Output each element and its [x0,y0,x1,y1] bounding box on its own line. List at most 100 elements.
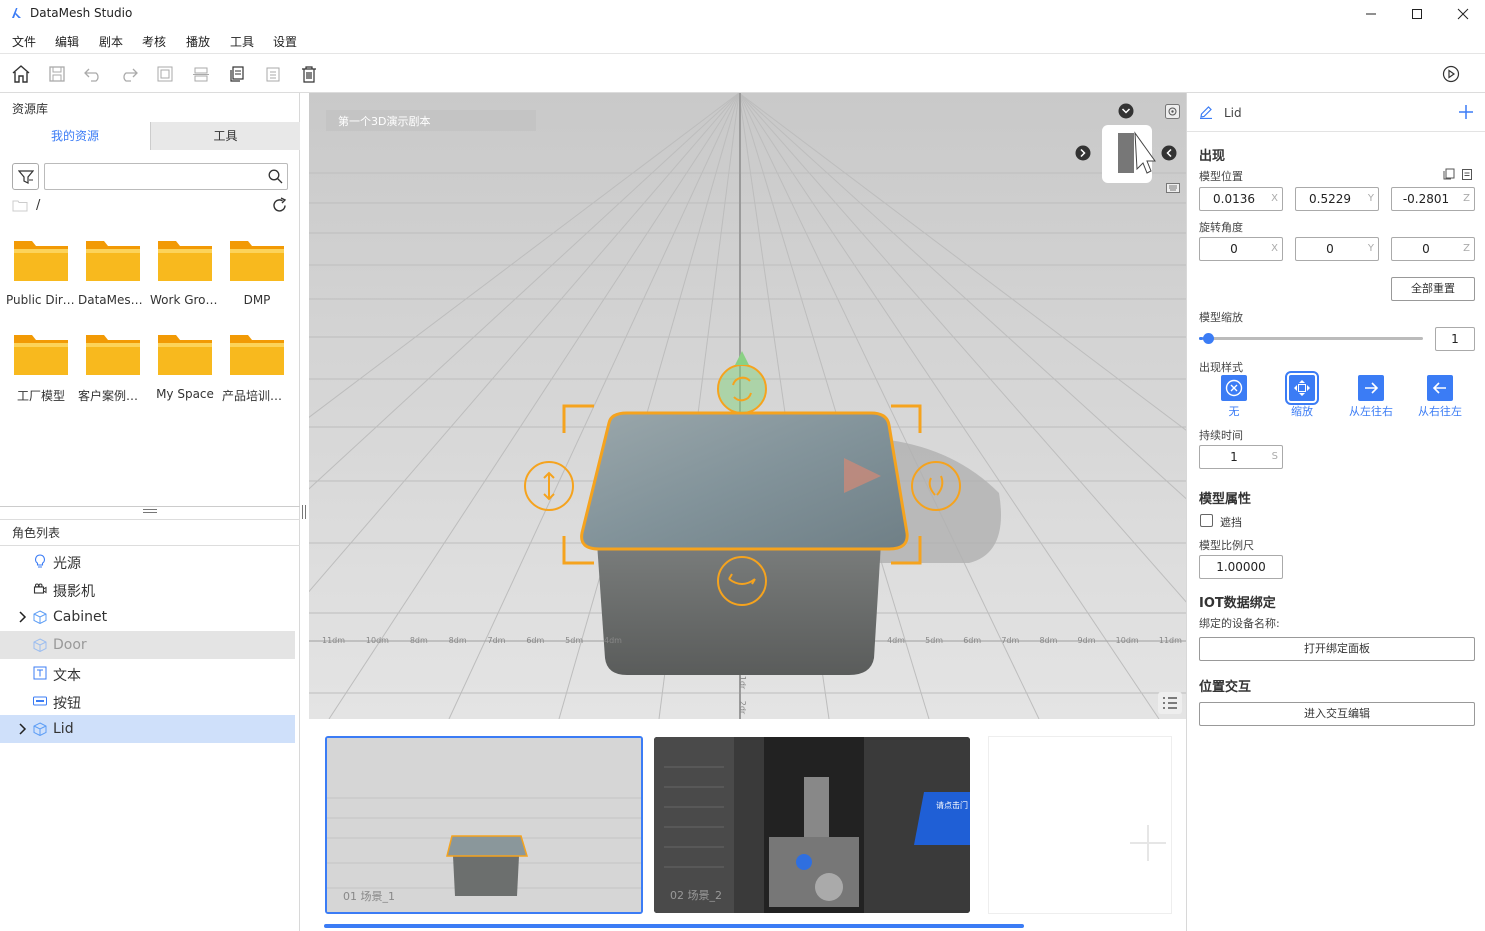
cube-icon [33,722,47,736]
style-none[interactable]: 无 [1204,375,1264,419]
filter-button[interactable] [12,163,39,190]
splitter-handle[interactable] [143,509,157,513]
enter-interaction-edit-button[interactable]: 进入交互编辑 [1199,702,1475,726]
position-z-input[interactable]: -0.2801 Z [1391,187,1475,211]
copy-icon[interactable] [227,64,247,84]
folder-item[interactable]: 客户案例合集 [78,331,148,404]
filmstrip-scrollbar[interactable] [324,924,1024,928]
role-item-door[interactable]: Door [0,631,295,659]
scene-thumbnail-1[interactable]: 01 场景_1 [325,736,643,914]
keyboard-icon[interactable] [1166,183,1180,193]
role-item-light[interactable]: 光源 [0,547,295,575]
focus-icon[interactable] [1165,104,1180,119]
role-item-camera[interactable]: 摄影机 [0,575,295,603]
button-icon [33,694,47,708]
position-x-input[interactable]: 0.0136 X [1199,187,1283,211]
search-input[interactable] [44,163,288,190]
align-icon[interactable] [191,64,211,84]
close-button[interactable] [1440,0,1485,28]
search-icon[interactable] [268,169,283,184]
edit-pencil-icon[interactable] [1199,105,1213,119]
lightbulb-icon [33,554,47,568]
duration-input[interactable]: 1S [1199,445,1283,469]
role-item-text[interactable]: 文本 [0,659,295,687]
folder-item[interactable]: Work Group [150,237,220,307]
menu-file[interactable]: 文件 [12,33,36,50]
menu-settings[interactable]: 设置 [273,33,297,50]
save-icon[interactable] [47,64,67,84]
style-right-to-left[interactable]: 从右往左 [1410,375,1470,419]
vertical-splitter-handle[interactable] [302,505,306,519]
rotation-z-input[interactable]: 0Z [1391,237,1475,261]
undo-icon[interactable] [83,64,103,84]
iot-device-label: 绑定的设备名称: [1199,617,1280,630]
duration-label: 持续时间 [1199,429,1243,442]
menu-script[interactable]: 剧本 [99,33,123,50]
folder-icon [12,237,70,283]
rotation-x-input[interactable]: 0X [1199,237,1283,261]
scene-render [309,93,1186,719]
menu-play[interactable]: 播放 [186,33,210,50]
folder-item[interactable]: 产品培训小组 [222,331,292,404]
role-item-lid[interactable]: Lid [0,715,295,743]
reset-all-button[interactable]: 全部重置 [1391,277,1475,301]
open-binding-panel-button[interactable]: 打开绑定面板 [1199,637,1475,661]
redo-icon[interactable] [119,64,139,84]
scene-label-2: 02 场景_2 [670,889,722,902]
scene-thumbnail-2[interactable]: 请点击门 02 场景_2 [654,737,970,913]
folder-item[interactable]: My Space [150,331,220,401]
home-icon[interactable] [11,64,31,84]
nav-left-icon[interactable] [1161,145,1177,161]
play-preview-icon[interactable] [1441,64,1461,84]
maximize-button[interactable] [1394,0,1440,28]
app-title: DataMesh Studio [30,6,133,20]
roles-title: 角色列表 [12,526,61,540]
minimize-button[interactable] [1348,0,1394,28]
menu-tools[interactable]: 工具 [230,33,254,50]
scene-viewport[interactable]: 第一个3D演示剧本 11dm 10dm 8dm 8dm 7dm 6dm 5dm 4dm 4dm… [309,93,1186,719]
ratio-input[interactable]: 1.00000 [1199,555,1283,579]
panel-divider [0,519,300,520]
add-scene-button[interactable] [988,736,1172,914]
panel-divider [0,506,300,507]
scale-slider-handle[interactable] [1203,333,1215,344]
folder-path-icon [12,199,28,212]
folder-item[interactable]: DMP [222,237,292,307]
occlude-checkbox[interactable] [1200,514,1213,527]
scale-input[interactable]: 1 [1435,327,1475,351]
folder-path: / [36,198,41,213]
copy-values-icon[interactable] [1443,168,1455,180]
menu-exam[interactable]: 考核 [142,33,166,50]
style-scale[interactable]: 缩放 [1272,371,1332,419]
ruler-right: 4dm 5dm 6dm 7dm 8dm 9dm 10dm 11dm [887,636,1182,645]
menu-edit[interactable]: 编辑 [55,33,79,50]
library-tabs: 我的资源 工具 [0,122,300,150]
group-icon[interactable] [155,64,175,84]
role-item-button[interactable]: 按钮 [0,687,295,715]
position-y-input[interactable]: 0.5229 Y [1295,187,1379,211]
folder-item[interactable]: Public Dire… [6,237,76,307]
add-action-icon[interactable] [1458,104,1474,120]
scale-slider-track[interactable] [1199,333,1423,344]
nav-right-icon[interactable] [1075,145,1091,161]
position-label: 模型位置 [1199,170,1243,183]
tab-tools[interactable]: 工具 [150,122,300,150]
tab-my-resources[interactable]: 我的资源 [0,122,150,150]
arrow-left-icon [1427,375,1453,401]
paste-icon[interactable] [263,64,283,84]
folder-item[interactable]: DataMesh … [78,237,148,307]
role-item-cabinet[interactable]: Cabinet [0,603,295,631]
delete-icon[interactable] [299,64,319,84]
refresh-icon[interactable] [271,197,288,214]
chevron-right-icon[interactable] [18,610,28,624]
folder-item[interactable]: 工厂模型 [6,331,76,404]
style-left-to-right[interactable]: 从左往右 [1341,375,1401,419]
toolbar [0,53,1485,93]
paste-values-icon[interactable] [1461,168,1473,180]
left-panel: 资源库 我的资源 工具 / Public Dire… DataMesh … Wo… [0,93,300,931]
nav-down-icon[interactable] [1118,103,1134,119]
object-name[interactable]: Lid [1224,106,1242,120]
chevron-right-icon[interactable] [18,722,28,736]
list-view-icon[interactable] [1158,692,1182,714]
rotation-y-input[interactable]: 0Y [1295,237,1379,261]
